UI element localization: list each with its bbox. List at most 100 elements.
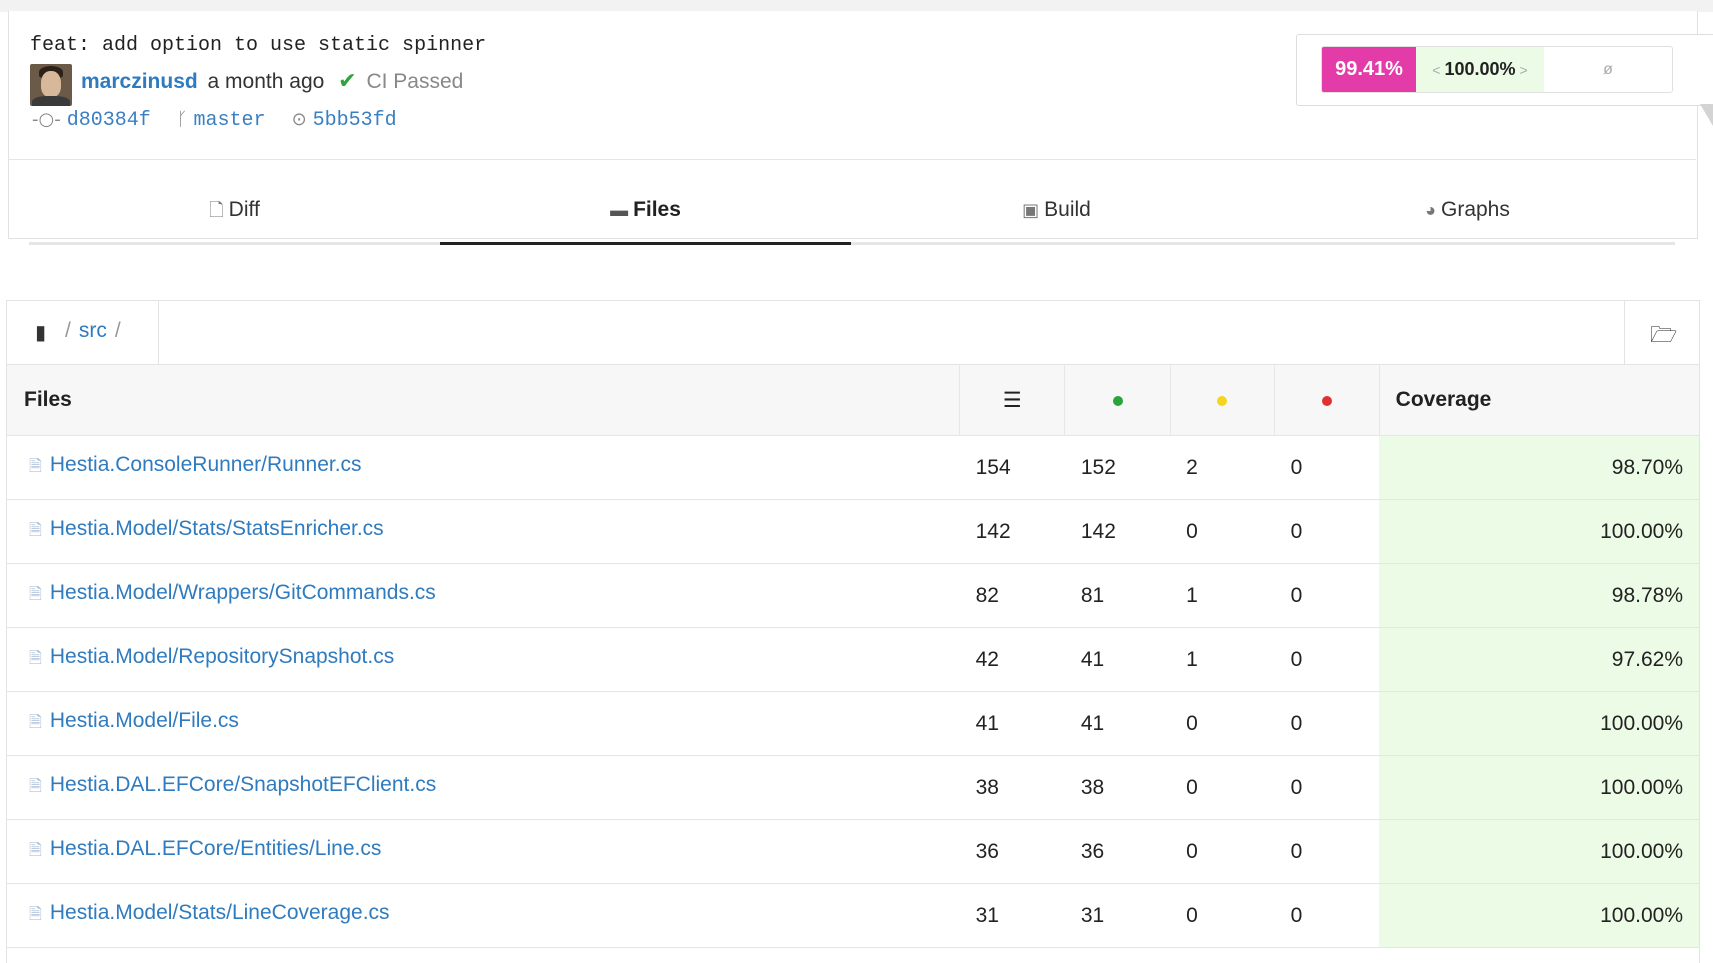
file-icon: 🗎 [29,906,42,923]
lines-cell: 154 [959,435,1065,500]
yellow-dot-icon [1217,396,1228,406]
hits-cell: 31 [1064,883,1171,948]
file-icon: 🗎 [29,778,42,795]
misses-cell: 0 [1274,691,1380,756]
file-link[interactable]: Hestia.ConsoleRunner/Runner.cs [50,453,362,476]
file-link[interactable]: Hestia.Model/Wrappers/GitCommands.cs [50,581,436,604]
partials-cell: 0 [1170,691,1275,756]
breadcrumb: ▮ / src / 🗁 [7,301,1699,365]
misses-cell: 0 [1274,755,1380,820]
file-icon: 🗎 [29,842,42,859]
partials-cell: 1 [1170,563,1275,628]
repo-book-icon[interactable]: ▮ [35,320,46,345]
file-cell: 🗎 Hestia.Model/Stats/LineCoverage.cs [7,883,960,948]
open-folder-icon[interactable]: 🗁 [1650,318,1677,356]
lines-icon: ☰ [1002,388,1022,412]
files-header[interactable]: Files [7,365,961,436]
coverage-cell: 100.00% [1379,691,1699,756]
table-row: 🗎 Hestia.Model/Stats/StatsEnricher.cs 142… [7,499,1699,564]
green-dot-icon [1112,396,1123,406]
table-row: 🗎 Hestia.DAL.EFCore/SnapshotEFClient.cs 3… [7,755,1699,820]
hits-header[interactable] [1064,365,1171,436]
file-cell: 🗎 Hestia.Model/RepositorySnapshot.cs [7,627,960,692]
hits-cell: 152 [1064,435,1171,500]
ci-status[interactable]: CI Passed [366,70,463,93]
commit-message: feat: add option to use static spinner [30,34,487,57]
tab-bar: 🗋 Diff ▬ Files ▣ Build ◕ Graphs [29,190,1675,245]
red-dot-icon [1321,396,1332,406]
file-icon: 🗎 [29,650,42,667]
file-diff-icon: 🗋 [209,200,224,220]
file-link[interactable]: Hestia.DAL.EFCore/SnapshotEFClient.cs [50,773,436,796]
tab-build[interactable]: ▣ Build [851,190,1262,242]
partials-cell: 0 [1170,499,1275,564]
header-divider [8,159,1696,160]
commit-icon: -○- [32,109,61,130]
commit-sha-link[interactable]: d80384f [67,109,151,132]
lines-cell: 36 [959,819,1065,884]
lines-header[interactable]: ☰ [959,365,1066,436]
author-link[interactable]: marczinusd [81,70,198,93]
misses-cell: 0 [1274,563,1380,628]
file-icon: 🗎 [29,458,42,475]
avatar[interactable] [30,64,72,106]
file-cell: 🗎 Hestia.DAL.EFCore/Entities/Line.cs [7,819,960,884]
lines-cell: 31 [959,883,1065,948]
coverage-cell: 98.78% [1379,563,1699,628]
lines-cell: 82 [959,563,1065,628]
file-icon: 🗎 [29,522,42,539]
coverage-header[interactable]: Coverage [1379,365,1699,436]
file-link[interactable]: Hestia.Model/Stats/StatsEnricher.cs [50,517,384,540]
misses-cell: 0 [1274,499,1380,564]
branch-icon: ᚴ [176,109,188,130]
table-header-row: Files ☰ Coverage [7,365,1699,436]
commit-time: a month ago [207,70,325,93]
table-row: 🗎 Hestia.Model/RepositorySnapshot.cs 42 4… [7,627,1699,692]
coverage-cell: 97.62% [1379,627,1699,692]
table-row: 🗎 Hestia.Model/File.cs 41 41 0 0 100.00% [7,691,1699,756]
file-link[interactable]: Hestia.Model/Stats/LineCoverage.cs [50,901,390,924]
breadcrumb-path: / src / [65,319,121,342]
file-link[interactable]: Hestia.Model/RepositorySnapshot.cs [50,645,394,668]
file-link[interactable]: Hestia.DAL.EFCore/Entities/Line.cs [50,837,381,860]
head-coverage: 99.41% [1322,47,1416,92]
file-cell: 🗎 Hestia.Model/Stats/StatsEnricher.cs [7,499,960,564]
base-coverage: <100.00% > [1416,47,1544,92]
coverage-badge[interactable]: 99.41% <100.00% > ø [1321,46,1673,93]
hits-cell: 142 [1064,499,1171,564]
check-icon: ✔ [338,68,357,93]
misses-cell: 0 [1274,883,1380,948]
misses-cell: 0 [1274,819,1380,884]
branch-link[interactable]: master [194,109,266,132]
misses-cell: 0 [1274,627,1380,692]
misses-header[interactable] [1274,365,1380,436]
files-panel: ▮ / src / 🗁 Files ☰ Coverage 🗎 Hestia.Conso… [6,300,1700,963]
file-cell: 🗎 Hestia.DAL.EFCore/SnapshotEFClient.cs [7,755,960,820]
table-row: 🗎 Hestia.DAL.EFCore/Entities/Line.cs 36 3… [7,819,1699,884]
hits-cell: 81 [1064,563,1171,628]
coverage-cell: 98.70% [1379,435,1699,500]
hits-cell: 38 [1064,755,1171,820]
commit-refs: -○- d80384f ᚴ master ⊙ 5bb53fd [32,109,411,132]
lines-cell: 41 [959,691,1065,756]
pie-chart-icon: ◕ [1425,200,1436,220]
folder-icon: ▬ [610,200,629,220]
parent-sha-link[interactable]: 5bb53fd [313,109,397,132]
partials-header[interactable] [1170,365,1276,436]
tab-diff[interactable]: 🗋 Diff [29,190,440,242]
lines-cell: 142 [959,499,1065,564]
table-row: 🗎 Hestia.Model/Stats/LineCoverage.cs 31 3… [7,883,1699,948]
chevron-right-icon: > [1519,62,1528,78]
tab-files[interactable]: ▬ Files [440,190,851,245]
hits-cell: 41 [1064,627,1171,692]
coverage-cell: 100.00% [1379,883,1699,948]
misses-cell: 0 [1274,435,1380,500]
breadcrumb-src-link[interactable]: src [79,319,107,342]
coverage-cell: 100.00% [1379,755,1699,820]
table-row: 🗎 Hestia.Model/Wrappers/GitCommands.cs 82… [7,563,1699,628]
file-icon: 🗎 [29,714,42,731]
lines-cell: 38 [959,755,1065,820]
partials-cell: 1 [1170,627,1275,692]
file-link[interactable]: Hestia.Model/File.cs [50,709,239,732]
tab-graphs[interactable]: ◕ Graphs [1262,190,1673,242]
